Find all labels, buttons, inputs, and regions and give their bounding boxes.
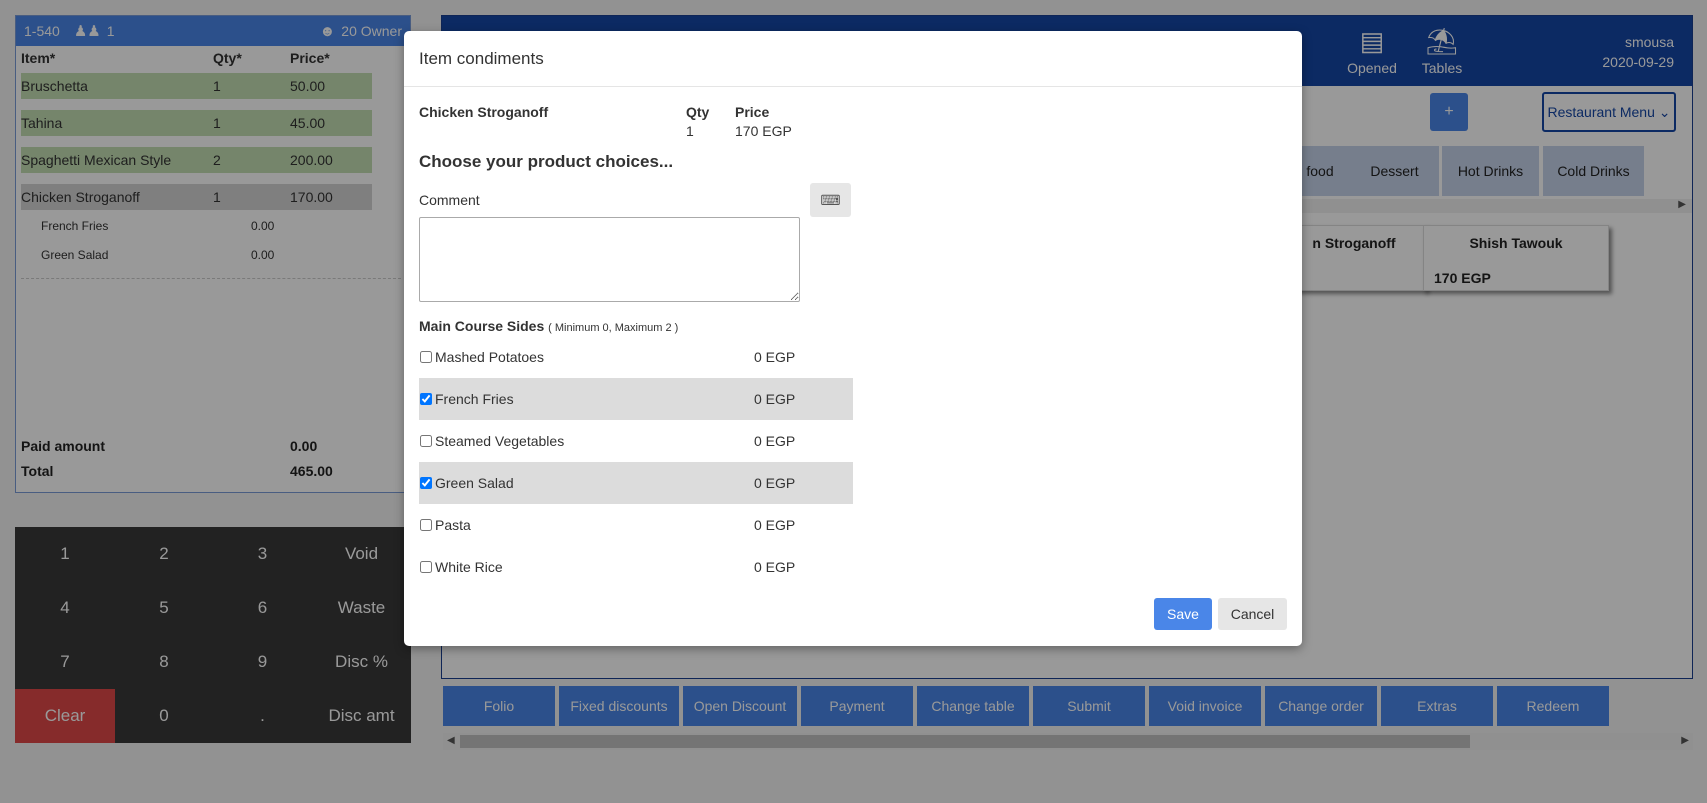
option-price: 0 EGP bbox=[754, 517, 796, 533]
option-row[interactable]: White Rice 0 EGP bbox=[419, 546, 853, 588]
comment-label: Comment bbox=[419, 192, 480, 208]
option-row[interactable]: Steamed Vegetables 0 EGP bbox=[419, 420, 853, 462]
option-checkbox[interactable] bbox=[420, 477, 432, 489]
option-row[interactable]: Mashed Potatoes 0 EGP bbox=[419, 336, 853, 378]
option-name: Pasta bbox=[435, 517, 471, 533]
modal-item-name: Chicken Stroganoff bbox=[419, 104, 549, 120]
option-price: 0 EGP bbox=[754, 433, 796, 449]
option-checkbox[interactable] bbox=[420, 561, 432, 573]
modal-price-label: Price bbox=[735, 104, 770, 120]
option-price: 0 EGP bbox=[754, 559, 796, 575]
option-name: Mashed Potatoes bbox=[435, 349, 544, 365]
sides-title: Main Course Sides bbox=[419, 318, 545, 334]
keyboard-button[interactable]: ⌨ bbox=[810, 183, 851, 217]
option-checkbox[interactable] bbox=[420, 435, 432, 447]
modal-price-value: 170 EGP bbox=[735, 123, 792, 139]
option-checkbox[interactable] bbox=[420, 519, 432, 531]
sides-heading: Main Course Sides ( Minimum 0, Maximum 2… bbox=[419, 318, 678, 334]
option-row[interactable]: Pasta 0 EGP bbox=[419, 504, 853, 546]
option-name: French Fries bbox=[435, 391, 514, 407]
option-name: Steamed Vegetables bbox=[435, 433, 565, 449]
keyboard-icon: ⌨ bbox=[820, 191, 841, 208]
option-name: Green Salad bbox=[435, 475, 514, 491]
option-price: 0 EGP bbox=[754, 391, 796, 407]
option-checkbox[interactable] bbox=[420, 351, 432, 363]
item-condiments-dialog: Item condiments Chicken Stroganoff Qty 1… bbox=[404, 31, 1302, 646]
option-row[interactable]: French Fries 0 EGP bbox=[419, 378, 853, 420]
cancel-button[interactable]: Cancel bbox=[1218, 598, 1287, 630]
modal-qty-value: 1 bbox=[686, 123, 694, 139]
choices-heading: Choose your product choices... bbox=[419, 152, 674, 171]
modal-qty-label: Qty bbox=[686, 104, 710, 120]
option-row[interactable]: Green Salad 0 EGP bbox=[419, 462, 853, 504]
option-price: 0 EGP bbox=[754, 349, 796, 365]
option-price: 0 EGP bbox=[754, 475, 796, 491]
dialog-title: Item condiments bbox=[404, 31, 1302, 87]
option-checkbox[interactable] bbox=[420, 393, 432, 405]
sides-limits: ( Minimum 0, Maximum 2 ) bbox=[548, 322, 679, 334]
save-button[interactable]: Save bbox=[1154, 598, 1212, 630]
option-name: White Rice bbox=[435, 559, 503, 575]
comment-textarea[interactable] bbox=[419, 217, 800, 302]
